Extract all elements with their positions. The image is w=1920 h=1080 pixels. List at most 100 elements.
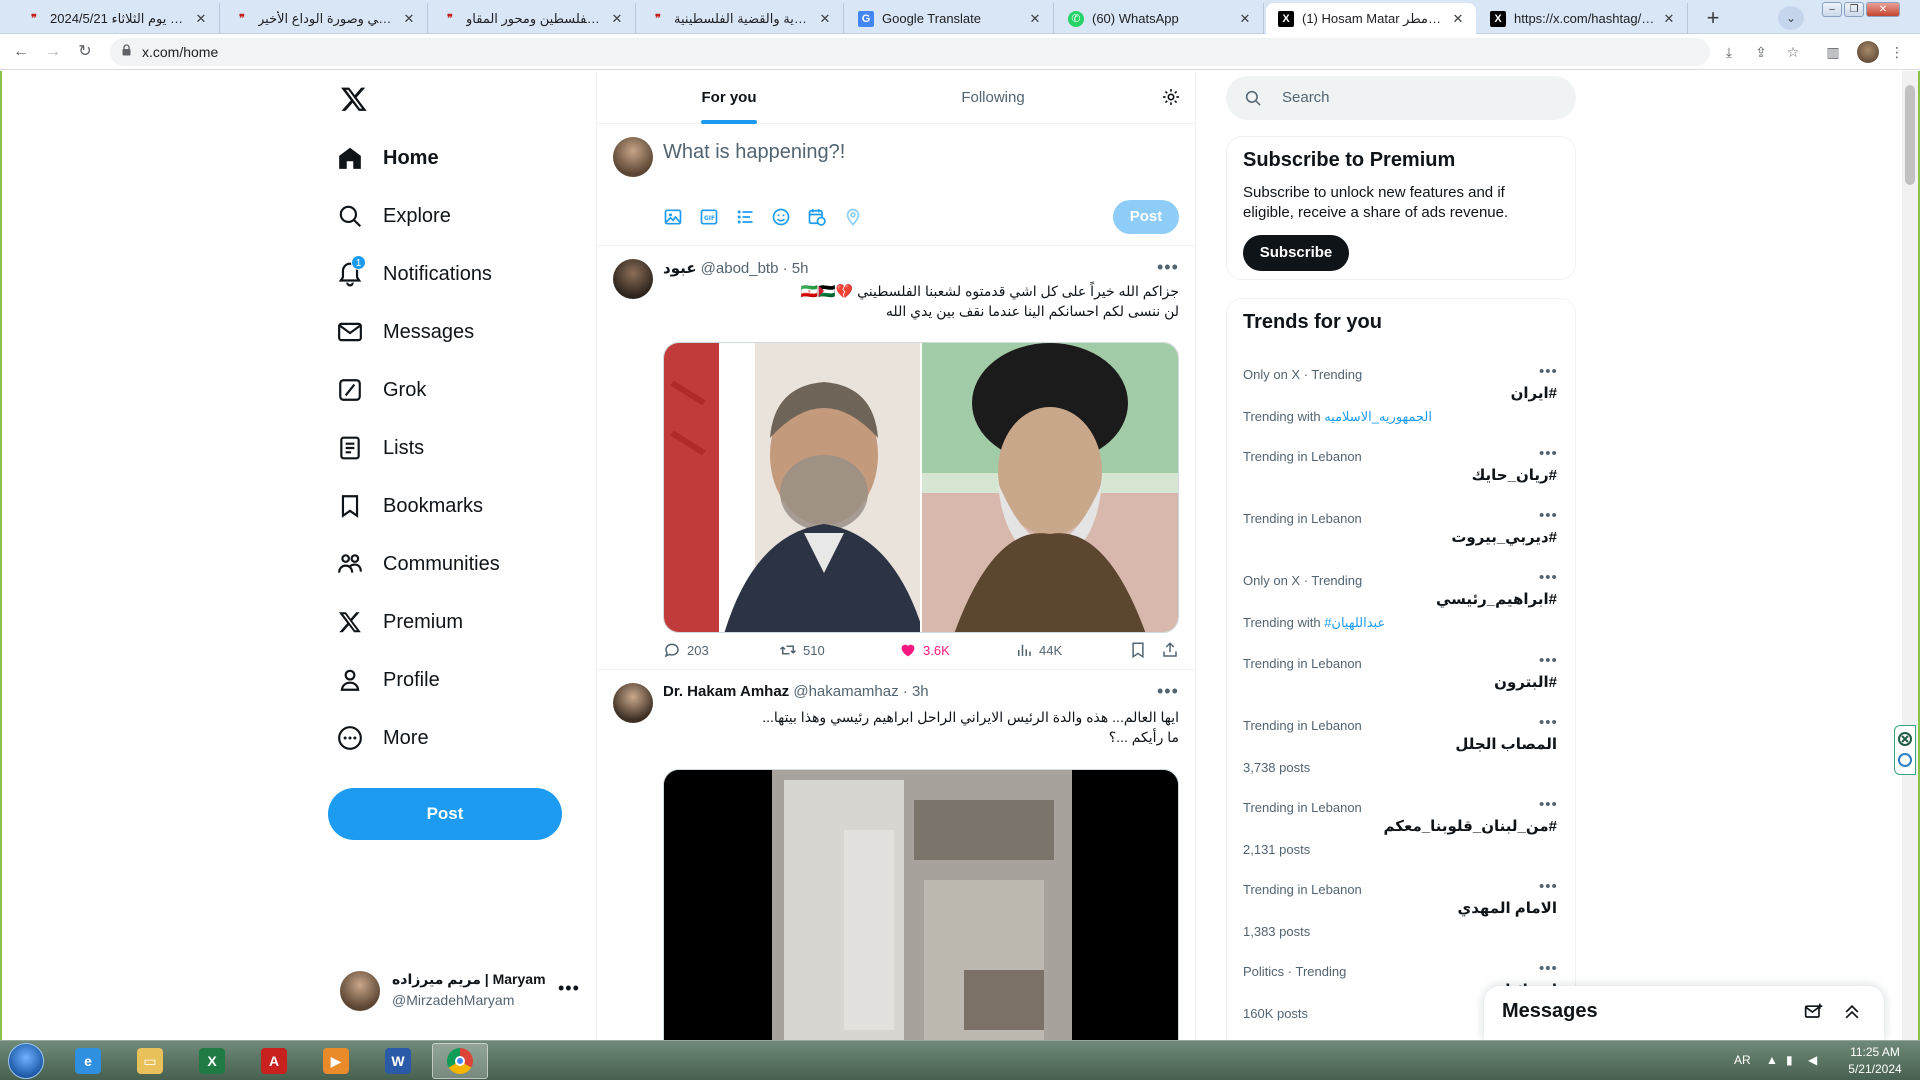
- page-scrollbar[interactable]: [1902, 71, 1918, 1040]
- share-icon[interactable]: ⇪: [1752, 43, 1770, 61]
- side-panel-icon[interactable]: ▥: [1824, 43, 1842, 61]
- tweet[interactable]: عبود @abod_btb · 5h ••• جزاكم الله خيراً…: [597, 247, 1195, 670]
- browser-tab-4[interactable]: ❞ التسوية والقضية الفلسطينية ✕: [638, 3, 844, 34]
- close-icon[interactable]: ✕: [1450, 11, 1466, 27]
- close-icon[interactable]: ✕: [817, 11, 833, 27]
- taskbar-explorer[interactable]: ▭: [122, 1043, 178, 1079]
- emoji-icon[interactable]: [771, 207, 791, 227]
- sidebar-item-profile[interactable]: Profile: [337, 656, 440, 704]
- close-icon[interactable]: ✕: [1237, 11, 1253, 27]
- tweet-time[interactable]: 3h: [912, 683, 929, 700]
- trend-with-link[interactable]: #عبداللهيان: [1324, 615, 1385, 630]
- sidebar-item-grok[interactable]: Grok: [337, 366, 426, 414]
- sidebar-item-explore[interactable]: Explore: [337, 192, 451, 240]
- sidebar-item-home[interactable]: Home: [337, 134, 439, 182]
- start-button[interactable]: [8, 1043, 44, 1079]
- more-dots-icon[interactable]: •••: [1539, 569, 1558, 586]
- close-icon[interactable]: ✕: [401, 11, 417, 27]
- browser-tab-2[interactable]: ❞ رئيسي وصورة الوداع الأخير ✕: [222, 3, 428, 34]
- minimize-button[interactable]: –: [1822, 2, 1842, 17]
- maximize-button[interactable]: ❐: [1844, 2, 1864, 17]
- new-message-icon[interactable]: [1804, 1002, 1824, 1022]
- x-logo-icon[interactable]: [340, 85, 368, 113]
- more-dots-icon[interactable]: •••: [1539, 714, 1558, 731]
- install-app-icon[interactable]: ⤓: [1720, 43, 1738, 61]
- more-dots-icon[interactable]: •••: [1539, 652, 1558, 669]
- trend-with-link[interactable]: الجمهوريه_الاسلاميه: [1324, 409, 1432, 424]
- browser-tab-6[interactable]: ✆ (60) WhatsApp ✕: [1056, 3, 1264, 34]
- browser-tab-8[interactable]: X https://x.com/hashtag/حسام مطر ✕: [1478, 3, 1688, 34]
- browser-tab-7-active[interactable]: X (1) Hosam Matar حسام مطر (@ ✕: [1266, 3, 1476, 34]
- tab-following[interactable]: Following: [861, 71, 1125, 124]
- forward-button[interactable]: →: [42, 41, 64, 63]
- tweet-author-name[interactable]: Dr. Hakam Amhaz: [663, 683, 789, 700]
- extension-side-tab[interactable]: [1894, 725, 1916, 775]
- more-dots-icon[interactable]: •••: [1539, 507, 1558, 524]
- more-dots-icon[interactable]: •••: [1157, 681, 1179, 702]
- bookmark-star-icon[interactable]: ☆: [1784, 43, 1802, 61]
- tweet-time[interactable]: 5h: [792, 260, 809, 277]
- sidebar-item-lists[interactable]: Lists: [337, 424, 424, 472]
- network-icon[interactable]: ▮: [1786, 1053, 1793, 1067]
- chevron-up-icon[interactable]: [1842, 1002, 1862, 1022]
- location-icon[interactable]: [843, 207, 863, 227]
- address-bar[interactable]: x.com/home: [110, 38, 1710, 66]
- back-button[interactable]: ←: [10, 41, 32, 63]
- repost-button[interactable]: 510: [779, 641, 825, 659]
- sidebar-item-notifications[interactable]: 1 Notifications: [337, 250, 492, 298]
- messages-drawer[interactable]: Messages: [1484, 986, 1884, 1040]
- avatar[interactable]: [613, 683, 653, 723]
- bookmark-icon[interactable]: [1129, 641, 1147, 659]
- post-button[interactable]: Post: [328, 788, 562, 840]
- more-dots-icon[interactable]: •••: [1539, 796, 1558, 813]
- close-icon[interactable]: ✕: [1027, 11, 1043, 27]
- avatar[interactable]: [613, 259, 653, 299]
- browser-tab-5[interactable]: G Google Translate ✕: [846, 3, 1054, 34]
- tweet-photo-grid[interactable]: [663, 342, 1179, 633]
- views-button[interactable]: 44K: [1015, 641, 1062, 659]
- browser-profile-avatar[interactable]: [1857, 41, 1879, 63]
- reload-button[interactable]: ↻: [74, 41, 96, 63]
- composer-post-button[interactable]: Post: [1113, 200, 1179, 234]
- subscribe-button[interactable]: Subscribe: [1243, 235, 1349, 271]
- more-dots-icon[interactable]: •••: [1539, 363, 1558, 380]
- poll-icon[interactable]: [735, 207, 755, 227]
- tweet[interactable]: Dr. Hakam Amhaz @hakamamhaz · 3h ••• ايه…: [597, 671, 1195, 1040]
- compose-input[interactable]: What is happening?!: [663, 141, 845, 164]
- tweet-video[interactable]: [663, 769, 1179, 1040]
- taskbar-media-player[interactable]: ▶: [308, 1043, 364, 1079]
- scrollbar-thumb[interactable]: [1905, 85, 1915, 185]
- browser-tab-1[interactable]: ❞ عيد يوم الثلاثاء 2024/5/21 ✕: [14, 3, 220, 34]
- sidebar-item-premium[interactable]: Premium: [337, 598, 463, 646]
- tweet-author-handle[interactable]: @abod_btb: [701, 260, 779, 277]
- taskbar-word[interactable]: W: [370, 1043, 426, 1079]
- taskbar-acrobat[interactable]: A: [246, 1043, 302, 1079]
- tray-chevron-icon[interactable]: ▲: [1766, 1053, 1778, 1067]
- language-indicator[interactable]: AR: [1734, 1053, 1751, 1067]
- sidebar-item-communities[interactable]: Communities: [337, 540, 500, 588]
- tab-for-you[interactable]: For you: [597, 71, 861, 124]
- browser-tab-3[interactable]: ❞ خسارة فادحة لفلسطين ومحور المقاو ✕: [430, 3, 636, 34]
- taskbar-excel[interactable]: X: [184, 1043, 240, 1079]
- volume-icon[interactable]: ◀: [1808, 1053, 1817, 1067]
- reply-button[interactable]: 203: [663, 641, 709, 659]
- search-input[interactable]: Search: [1226, 76, 1576, 120]
- tweet-author-handle[interactable]: @hakamamhaz: [793, 683, 898, 700]
- more-dots-icon[interactable]: •••: [1539, 878, 1558, 895]
- tweet-author-name[interactable]: عبود: [663, 260, 696, 277]
- more-dots-icon[interactable]: •••: [1539, 445, 1558, 462]
- close-icon[interactable]: ✕: [609, 11, 625, 27]
- schedule-icon[interactable]: [807, 207, 827, 227]
- share-icon[interactable]: [1161, 641, 1179, 659]
- close-icon[interactable]: ✕: [193, 11, 209, 27]
- tab-search-button[interactable]: ⌄: [1778, 6, 1804, 30]
- gear-icon[interactable]: [1161, 87, 1181, 107]
- taskbar-chrome[interactable]: [432, 1043, 488, 1079]
- image-icon[interactable]: [663, 207, 683, 227]
- close-icon[interactable]: ✕: [1661, 11, 1677, 27]
- close-window-button[interactable]: ✕: [1866, 2, 1900, 17]
- browser-menu-icon[interactable]: ⋮: [1888, 43, 1906, 61]
- clock-date[interactable]: 5/21/2024: [1840, 1062, 1910, 1076]
- more-dots-icon[interactable]: •••: [1157, 257, 1179, 278]
- account-switcher[interactable]: مریم میرزاده | Maryam M @MirzadehMaryam …: [340, 968, 580, 1014]
